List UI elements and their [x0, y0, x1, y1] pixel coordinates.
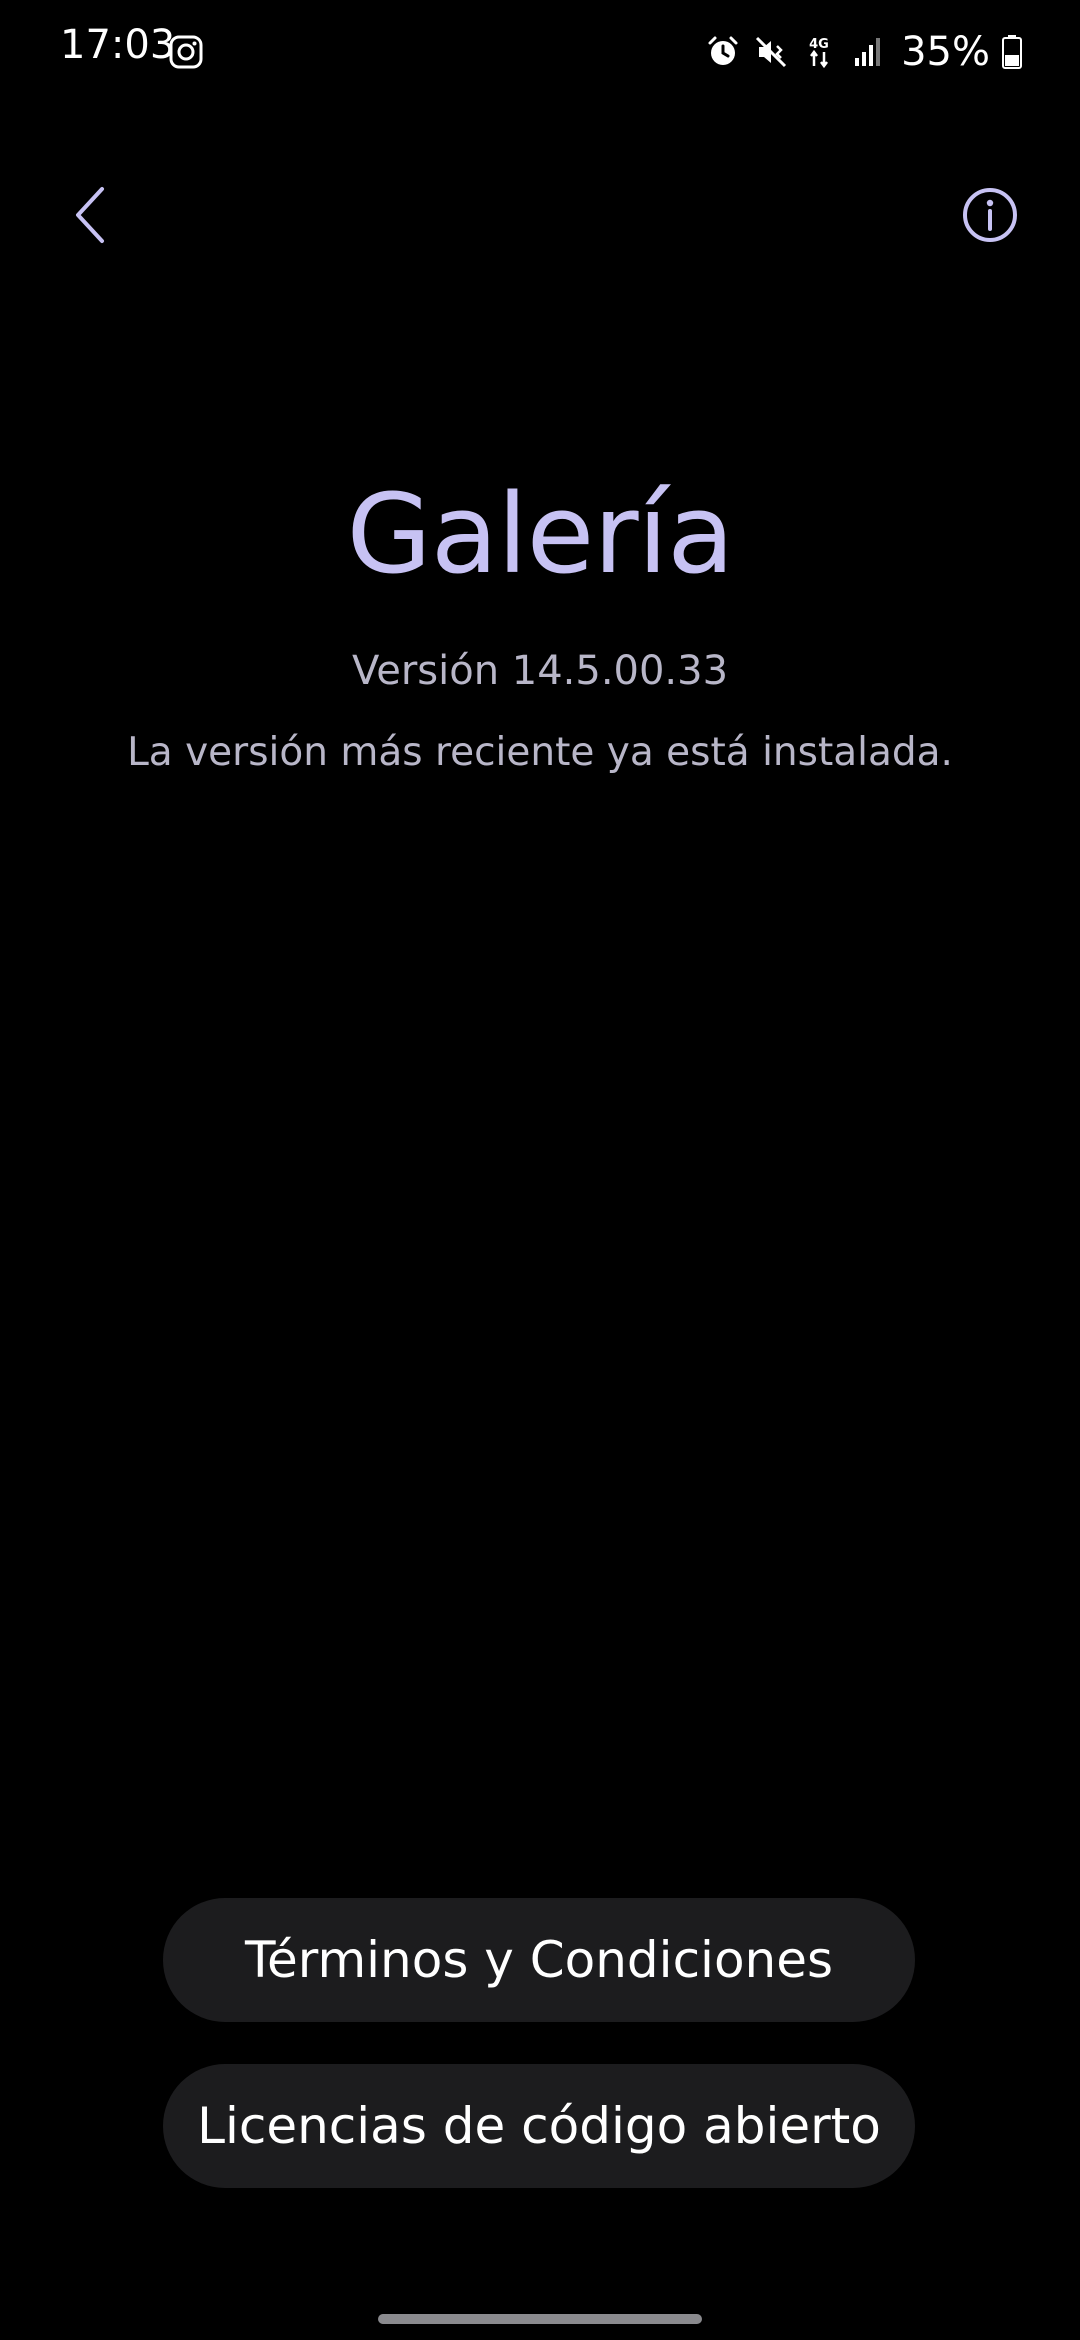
- home-indicator[interactable]: [378, 2314, 702, 2324]
- update-status: La versión más reciente ya está instalad…: [127, 730, 953, 775]
- info-icon: [963, 188, 1017, 242]
- instagram-notification-icon: [169, 35, 203, 69]
- battery-icon: [1002, 35, 1022, 69]
- status-icons: 4G 35%: [705, 26, 1022, 78]
- battery-percent: 35%: [901, 29, 990, 75]
- app-name: Galería: [346, 470, 734, 598]
- info-button[interactable]: [960, 185, 1020, 245]
- signal-icon: [855, 38, 881, 66]
- terms-and-conditions-button[interactable]: Términos y Condiciones: [163, 1898, 915, 2022]
- chevron-left-icon: [76, 187, 104, 243]
- alarm-icon: [708, 36, 738, 65]
- app-version: Versión 14.5.00.33: [351, 648, 729, 694]
- vibrate-mute-icon: [756, 36, 787, 68]
- back-button[interactable]: [60, 180, 120, 250]
- status-time: 17:03: [60, 22, 176, 68]
- svg-text:4G: 4G: [809, 37, 829, 52]
- open-source-licenses-button[interactable]: Licencias de código abierto: [163, 2064, 915, 2188]
- network-4g-icon: 4G: [809, 37, 829, 69]
- status-bar: 17:03 4G 35%: [0, 0, 1080, 100]
